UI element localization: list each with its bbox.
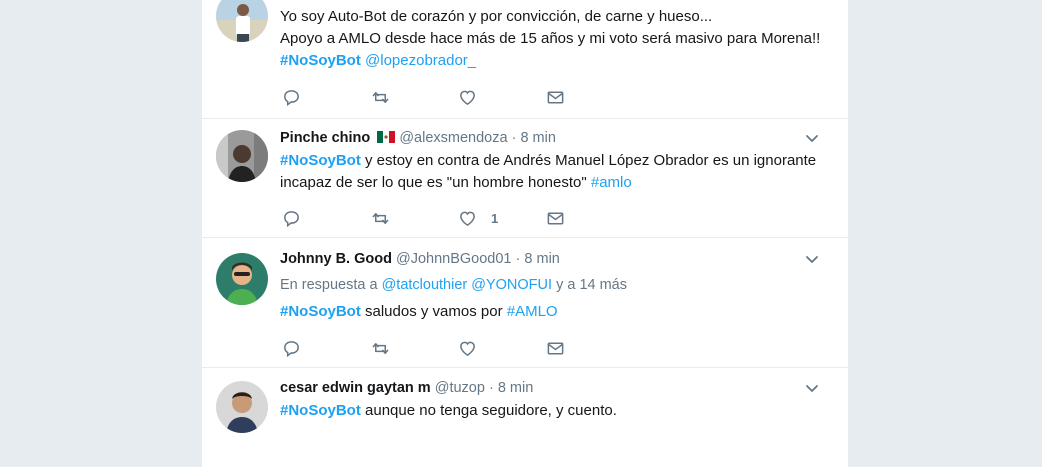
tweet-4[interactable]: cesar edwin gaytan m @tuzop · 8 min #NoS… [202,367,848,467]
reply-icon [284,89,299,106]
envelope-icon [547,342,564,354]
reply-suffix[interactable]: y a 14 más [552,277,627,293]
mention-link[interactable]: @lopezobrador_ [365,52,476,69]
heart-icon [460,341,475,356]
username[interactable]: @tuzop [435,380,485,396]
separator-dot: · [488,380,494,396]
heart-icon [460,90,475,105]
like-button[interactable] [458,338,477,358]
display-name[interactable]: Pinche chino [280,130,370,146]
retweet-icon [372,91,389,103]
avatar[interactable] [216,253,268,305]
timestamp[interactable]: 8 min [524,251,559,267]
retweet-icon [372,212,389,224]
retweet-button[interactable] [371,338,390,358]
reply-context: En respuesta a @tatclouthier @YONOFUI y … [280,275,834,295]
avatar[interactable] [216,0,268,42]
retweet-button[interactable] [371,208,390,228]
tweet-text-body: saludos y vamos por [360,303,507,320]
reply-button[interactable] [282,208,301,228]
reply-icon [284,210,299,227]
envelope-icon [547,212,564,224]
like-button[interactable]: 1 [458,208,498,228]
like-count: 1 [491,210,499,226]
tweet-actions: 1 [282,208,582,228]
tweet-actions [282,338,582,358]
timestamp[interactable]: 8 min [498,380,533,396]
dm-button[interactable] [546,208,565,228]
tweet-text-b: incapaz de ser lo que es "un hombre hone… [280,174,591,191]
hashtag-link[interactable]: #NoSoyBot [280,402,361,419]
hashtag-link[interactable]: #NoSoyBot [280,152,361,169]
envelope-icon [547,91,564,103]
like-button[interactable] [458,87,477,107]
chevron-down-icon[interactable] [804,380,820,396]
username[interactable]: @JohnnBGood01 [396,251,512,267]
chevron-down-icon[interactable] [804,251,820,267]
timestamp[interactable]: 8 min [520,130,555,146]
tweet-text-body: aunque no tenga seguidore, y cuento. [360,402,617,419]
mention-link[interactable]: @tatclouthier [382,277,468,293]
display-name[interactable]: Johnny B. Good [280,251,392,267]
tweet-1[interactable]: Yo soy Auto-Bot de corazón y por convicc… [202,0,848,119]
reply-button[interactable] [282,87,301,107]
mexico-flag-icon [377,131,396,143]
tweet-2[interactable]: Pinche chino @alexsmendoza · 8 min #NoSo… [202,118,848,238]
reply-button[interactable] [282,338,301,358]
tweet-text: #NoSoyBot y estoy en contra de Andrés Ma… [280,150,834,194]
tweet-line-1: Yo soy Auto-Bot de corazón y por convicc… [280,8,713,25]
avatar[interactable] [216,381,268,433]
display-name[interactable]: cesar edwin gaytan m [280,380,431,396]
retweet-icon [372,342,389,354]
hashtag-link[interactable]: #AMLO [507,303,558,320]
tweet-3[interactable]: Johnny B. Good @JohnnBGood01 · 8 min En … [202,237,848,368]
dm-button[interactable] [546,338,565,358]
tweet-text: Yo soy Auto-Bot de corazón y por convicc… [280,6,834,72]
hashtag-link[interactable]: #NoSoyBot [280,52,361,69]
tweet-text: #NoSoyBot saludos y vamos por #AMLO [280,301,834,323]
dm-button[interactable] [546,87,565,107]
tweet-header: Pinche chino @alexsmendoza · 8 min [280,130,834,150]
hashtag-link[interactable]: #amlo [591,174,632,191]
avatar[interactable] [216,130,268,182]
tweet-header: Johnny B. Good @JohnnBGood01 · 8 min [280,251,834,271]
username[interactable]: @alexsmendoza [399,130,507,146]
reply-prefix: En respuesta a [280,277,382,293]
retweet-button[interactable] [371,87,390,107]
hashtag-link[interactable]: #NoSoyBot [280,303,361,320]
tweet-header: cesar edwin gaytan m @tuzop · 8 min [280,380,834,400]
heart-icon [460,211,475,226]
timeline: Yo soy Auto-Bot de corazón y por convicc… [202,0,848,467]
separator-dot: · [515,251,521,267]
tweet-actions [282,87,582,107]
tweet-line-2: Apoyo a AMLO desde hace más de 15 años y… [280,30,821,47]
chevron-down-icon[interactable] [804,130,820,146]
mention-link[interactable]: @YONOFUI [471,277,552,293]
reply-icon [284,340,299,357]
separator-dot: · [511,130,517,146]
tweet-text-a: y estoy en contra de Andrés Manuel López… [360,152,817,169]
tweet-text: #NoSoyBot aunque no tenga seguidore, y c… [280,400,834,422]
